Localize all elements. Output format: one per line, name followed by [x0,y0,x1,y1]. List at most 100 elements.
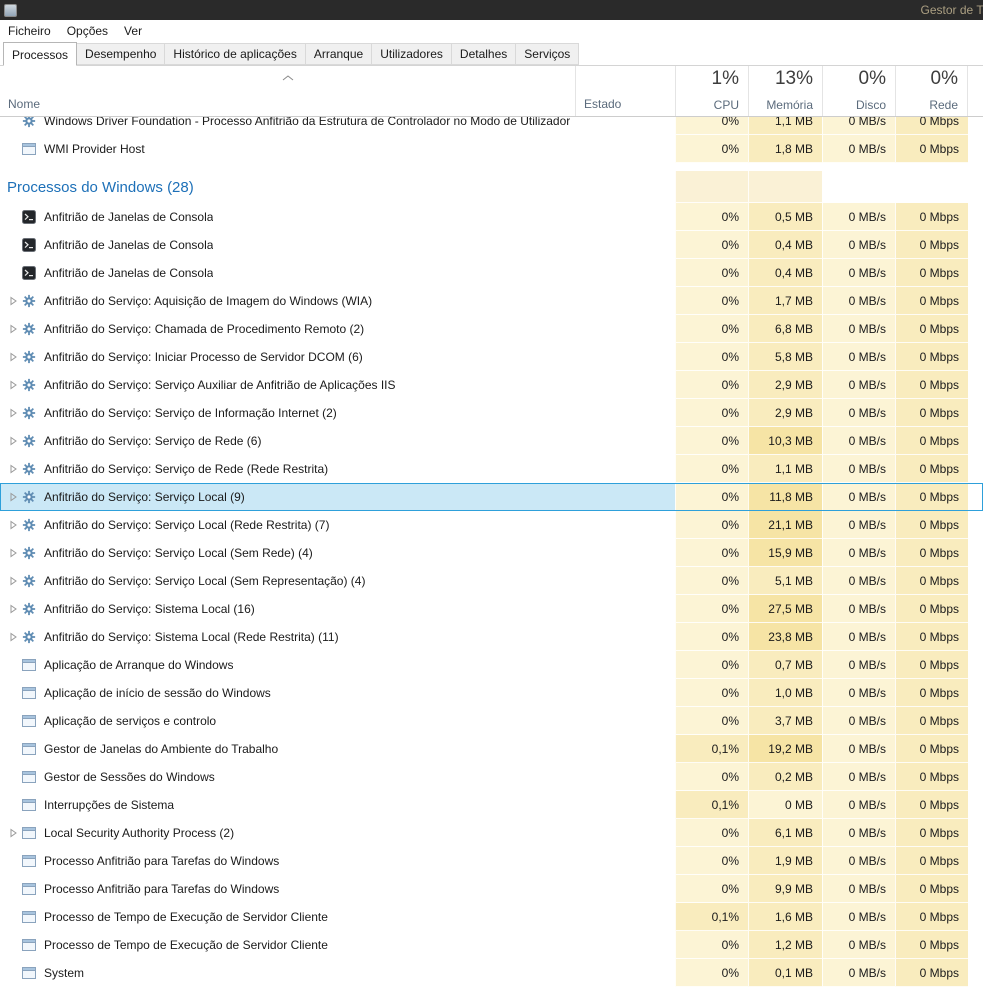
process-row[interactable]: System0%0,1 MB0 MB/s0 Mbps [0,959,983,987]
disk-cell: 0 MB/s [822,959,895,987]
network-cell: 0 Mbps [895,875,968,903]
tab-servicos[interactable]: Serviços [515,43,579,65]
cpu-cell: 0% [675,511,748,539]
expand-arrow-icon[interactable] [6,352,20,362]
expand-arrow-icon[interactable] [6,492,20,502]
console-icon [22,266,38,280]
column-memoria[interactable]: 13% Memória [748,66,822,116]
name-cell: Anfitrião do Serviço: Serviço Local (Red… [0,511,575,539]
tab-historico-de-aplicacoes[interactable]: Histórico de aplicações [164,43,305,65]
process-row[interactable]: Windows Driver Foundation - Processo Anf… [0,117,983,135]
process-row[interactable]: WMI Provider Host0%1,8 MB0 MB/s0 Mbps [0,135,983,163]
expand-arrow-icon[interactable] [6,520,20,530]
status-cell [575,287,675,315]
process-row[interactable]: Anfitrião do Serviço: Sistema Local (Red… [0,623,983,651]
cpu-cell: 0% [675,763,748,791]
process-row[interactable]: Gestor de Sessões do Windows0%0,2 MB0 MB… [0,763,983,791]
process-row[interactable]: Anfitrião de Janelas de Consola0%0,4 MB0… [0,259,983,287]
process-row[interactable]: Anfitrião do Serviço: Serviço Local (9)0… [0,483,983,511]
process-row[interactable]: Anfitrião de Janelas de Consola0%0,4 MB0… [0,231,983,259]
process-row[interactable]: Processo de Tempo de Execução de Servido… [0,903,983,931]
expand-arrow-icon[interactable] [6,576,20,586]
cpu-cell: 0% [675,343,748,371]
process-row[interactable]: Anfitrião do Serviço: Serviço de Informa… [0,399,983,427]
memory-cell: 0,4 MB [748,231,822,259]
rede-total: 0% [931,68,958,89]
column-rede[interactable]: 0% Rede [895,66,968,116]
memory-cell: 1,0 MB [748,679,822,707]
expand-arrow-icon[interactable] [6,548,20,558]
tab-processos[interactable]: Processos [3,42,77,66]
network-cell: 0 Mbps [895,203,968,231]
menu-ficheiro[interactable]: Ficheiro [0,20,59,41]
process-row[interactable]: Processo de Tempo de Execução de Servido… [0,931,983,959]
process-row[interactable]: Anfitrião do Serviço: Serviço de Rede (6… [0,427,983,455]
process-row[interactable]: Anfitrião do Serviço: Serviço Local (Sem… [0,567,983,595]
expand-arrow-icon[interactable] [6,632,20,642]
memory-cell: 23,8 MB [748,623,822,651]
tab-utilizadores[interactable]: Utilizadores [371,43,452,65]
expand-arrow-icon[interactable] [6,464,20,474]
disk-cell: 0 MB/s [822,117,895,135]
column-disco[interactable]: 0% Disco [822,66,895,116]
name-cell: Anfitrião do Serviço: Serviço de Informa… [0,399,575,427]
tab-arranque[interactable]: Arranque [305,43,372,65]
expand-arrow-icon[interactable] [6,828,20,838]
process-row[interactable]: Local Security Authority Process (2)0%6,… [0,819,983,847]
window-icon [22,910,38,924]
process-row[interactable]: Anfitrião do Serviço: Serviço Local (Sem… [0,539,983,567]
expand-arrow-icon[interactable] [6,296,20,306]
expand-arrow-icon[interactable] [6,324,20,334]
disk-cell [822,171,895,203]
cpu-cell: 0% [675,117,748,135]
status-cell [575,135,675,163]
gear-icon [22,546,38,560]
tab-detalhes[interactable]: Detalhes [451,43,516,65]
process-row[interactable]: Aplicação de Arranque do Windows0%0,7 MB… [0,651,983,679]
disk-cell: 0 MB/s [822,539,895,567]
cpu-total: 1% [712,68,739,89]
status-cell [575,511,675,539]
menu-opcoes[interactable]: Opções [59,20,116,41]
process-name: Aplicação de Arranque do Windows [44,658,233,672]
column-estado[interactable]: Estado [575,66,675,116]
network-cell: 0 Mbps [895,287,968,315]
expand-arrow-icon[interactable] [6,436,20,446]
column-cpu[interactable]: 1% CPU [675,66,748,116]
gear-icon [22,378,38,392]
menu-ver[interactable]: Ver [116,20,150,41]
process-row[interactable]: Processo Anfitrião para Tarefas do Windo… [0,875,983,903]
process-row[interactable]: Anfitrião do Serviço: Serviço Local (Red… [0,511,983,539]
disk-cell: 0 MB/s [822,259,895,287]
gear-icon [22,630,38,644]
memory-cell: 5,1 MB [748,567,822,595]
expand-arrow-icon[interactable] [6,380,20,390]
expand-arrow-icon[interactable] [6,408,20,418]
network-cell: 0 Mbps [895,371,968,399]
process-row[interactable]: Interrupções de Sistema0,1%0 MB0 MB/s0 M… [0,791,983,819]
network-cell: 0 Mbps [895,679,968,707]
tab-desempenho[interactable]: Desempenho [76,43,165,65]
process-row[interactable]: Gestor de Janelas do Ambiente do Trabalh… [0,735,983,763]
process-row[interactable]: Anfitrião do Serviço: Iniciar Processo d… [0,343,983,371]
window-icon [22,714,38,728]
menu-bar: Ficheiro Opções Ver [0,20,983,41]
disco-label: Disco [856,98,886,112]
status-cell [575,903,675,931]
memory-cell: 2,9 MB [748,371,822,399]
process-row[interactable]: Aplicação de início de sessão do Windows… [0,679,983,707]
expand-arrow-icon[interactable] [6,604,20,614]
name-cell: Anfitrião de Janelas de Consola [0,203,575,231]
process-row[interactable]: Anfitrião do Serviço: Serviço de Rede (R… [0,455,983,483]
process-row[interactable]: Processo Anfitrião para Tarefas do Windo… [0,847,983,875]
process-row[interactable]: Anfitrião do Serviço: Aquisição de Image… [0,287,983,315]
memory-cell: 0,7 MB [748,651,822,679]
disco-total: 0% [859,68,886,89]
process-row[interactable]: Anfitrião de Janelas de Consola0%0,5 MB0… [0,203,983,231]
process-row[interactable]: Anfitrião do Serviço: Serviço Auxiliar d… [0,371,983,399]
column-nome[interactable]: Nome [0,66,575,116]
process-row[interactable]: Aplicação de serviços e controlo0%3,7 MB… [0,707,983,735]
network-cell: 0 Mbps [895,819,968,847]
process-row[interactable]: Anfitrião do Serviço: Sistema Local (16)… [0,595,983,623]
process-row[interactable]: Anfitrião do Serviço: Chamada de Procedi… [0,315,983,343]
